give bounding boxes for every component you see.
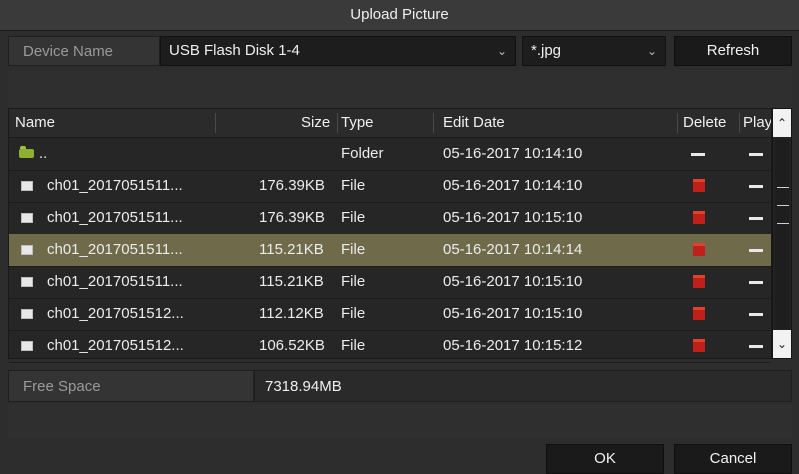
dash-icon bbox=[691, 153, 705, 156]
scroll-grip-line bbox=[777, 187, 789, 188]
table-row[interactable]: ch01_2017051512... 112.12KB File 05-16-2… bbox=[9, 298, 771, 331]
table-row[interactable]: ch01_2017051511... 115.21KB File 05-16-2… bbox=[9, 234, 771, 267]
dash-icon bbox=[749, 217, 763, 220]
file-size: 106.52KB bbox=[259, 337, 325, 354]
file-type: File bbox=[341, 305, 366, 322]
free-space-value: 7318.94MB bbox=[254, 370, 792, 402]
file-icon bbox=[21, 213, 33, 223]
device-name-label: Device Name bbox=[8, 36, 160, 66]
device-select-value: USB Flash Disk 1-4 bbox=[169, 42, 300, 59]
free-space-row: Free Space 7318.94MB bbox=[8, 370, 792, 404]
file-edit-date: 05-16-2017 10:15:10 bbox=[443, 273, 583, 290]
file-type: Folder bbox=[341, 145, 384, 162]
file-table: Name Size Type Edit Date Delete Play .. … bbox=[8, 108, 772, 363]
file-type: File bbox=[341, 241, 366, 258]
file-edit-date: 05-16-2017 10:15:10 bbox=[443, 209, 583, 226]
table-row[interactable]: .. Folder 05-16-2017 10:14:10 bbox=[9, 138, 771, 171]
file-icon bbox=[21, 341, 33, 351]
file-edit-date: 05-16-2017 10:14:10 bbox=[443, 177, 583, 194]
free-space-label: Free Space bbox=[8, 370, 254, 402]
file-name: ch01_2017051511... bbox=[47, 241, 183, 258]
table-row[interactable]: ch01_2017051511... 176.39KB File 05-16-2… bbox=[9, 170, 771, 203]
file-type: File bbox=[341, 273, 366, 290]
spacer-panel bbox=[8, 70, 792, 108]
dash-icon bbox=[749, 153, 763, 156]
file-edit-date: 05-16-2017 10:14:10 bbox=[443, 145, 583, 162]
dash-icon bbox=[749, 249, 763, 252]
file-name: .. bbox=[39, 145, 48, 162]
file-name: ch01_2017051512... bbox=[47, 305, 184, 322]
file-icon bbox=[21, 245, 33, 255]
file-size: 176.39KB bbox=[259, 209, 325, 226]
file-size: 176.39KB bbox=[259, 177, 325, 194]
file-type: File bbox=[341, 337, 366, 354]
file-icon bbox=[21, 181, 33, 191]
header-divider bbox=[433, 113, 434, 133]
trash-icon[interactable] bbox=[693, 243, 705, 256]
file-name: ch01_2017051511... bbox=[47, 209, 183, 226]
scroll-grip-line bbox=[777, 223, 789, 224]
file-type-select-value: *.jpg bbox=[531, 42, 562, 59]
ok-button[interactable]: OK bbox=[546, 444, 664, 474]
header-play: Play bbox=[743, 114, 771, 131]
file-type-select[interactable]: *.jpg ⌄ bbox=[522, 36, 666, 66]
header-size[interactable]: Size bbox=[301, 109, 330, 137]
table-row[interactable]: ch01_2017051511... 176.39KB File 05-16-2… bbox=[9, 202, 771, 235]
table-header: Name Size Type Edit Date Delete Play bbox=[9, 109, 771, 138]
chevron-down-icon: ⌄ bbox=[496, 44, 507, 58]
dialog-title: Upload Picture bbox=[0, 0, 799, 31]
file-icon bbox=[21, 277, 33, 287]
chevron-down-icon: ⌄ bbox=[646, 44, 657, 58]
file-edit-date: 05-16-2017 10:15:12 bbox=[443, 337, 583, 354]
file-edit-date: 05-16-2017 10:15:10 bbox=[443, 305, 583, 322]
file-size: 115.21KB bbox=[259, 273, 324, 290]
file-edit-date: 05-16-2017 10:14:14 bbox=[443, 241, 583, 258]
folder-icon bbox=[19, 146, 34, 158]
header-divider bbox=[739, 113, 740, 133]
header-name[interactable]: Name bbox=[15, 109, 55, 137]
file-name: ch01_2017051511... bbox=[47, 177, 183, 194]
header-type[interactable]: Type bbox=[341, 109, 374, 137]
file-name: ch01_2017051512... bbox=[47, 337, 184, 354]
trash-icon[interactable] bbox=[693, 307, 705, 320]
header-edit-date[interactable]: Edit Date bbox=[443, 109, 505, 137]
dash-icon bbox=[749, 185, 763, 188]
file-type: File bbox=[341, 177, 366, 194]
file-name: ch01_2017051511... bbox=[47, 273, 183, 290]
header-delete: Delete bbox=[683, 114, 727, 131]
scroll-grip-line bbox=[777, 205, 789, 206]
upload-picture-dialog: Upload Picture Device Name USB Flash Dis… bbox=[0, 0, 799, 474]
trash-icon[interactable] bbox=[693, 339, 705, 352]
scroll-up-button[interactable]: ⌃ bbox=[773, 109, 791, 137]
table-row[interactable]: ch01_2017051512... 106.52KB File 05-16-2… bbox=[9, 330, 771, 363]
device-select[interactable]: USB Flash Disk 1-4 ⌄ bbox=[160, 36, 516, 66]
header-divider bbox=[677, 113, 678, 133]
header-divider bbox=[337, 113, 338, 133]
header-divider bbox=[215, 113, 216, 133]
dash-icon bbox=[749, 345, 763, 348]
table-row[interactable]: ch01_2017051511... 115.21KB File 05-16-2… bbox=[9, 266, 771, 299]
file-size: 112.12KB bbox=[259, 305, 324, 322]
scroll-down-button[interactable]: ⌄ bbox=[773, 330, 791, 358]
dash-icon bbox=[749, 281, 763, 284]
dash-icon bbox=[749, 313, 763, 316]
refresh-button[interactable]: Refresh bbox=[674, 36, 792, 66]
file-icon bbox=[21, 309, 33, 319]
footer-spacer bbox=[8, 404, 792, 438]
cancel-button[interactable]: Cancel bbox=[674, 444, 792, 474]
file-type: File bbox=[341, 209, 366, 226]
table-scrollbar[interactable]: ⌃ ⌄ bbox=[772, 108, 792, 359]
device-row: Device Name USB Flash Disk 1-4 ⌄ *.jpg ⌄… bbox=[8, 36, 792, 68]
trash-icon[interactable] bbox=[693, 275, 705, 288]
trash-icon[interactable] bbox=[693, 179, 705, 192]
scroll-thumb[interactable] bbox=[775, 139, 789, 329]
trash-icon[interactable] bbox=[693, 211, 705, 224]
file-size: 115.21KB bbox=[259, 241, 324, 258]
